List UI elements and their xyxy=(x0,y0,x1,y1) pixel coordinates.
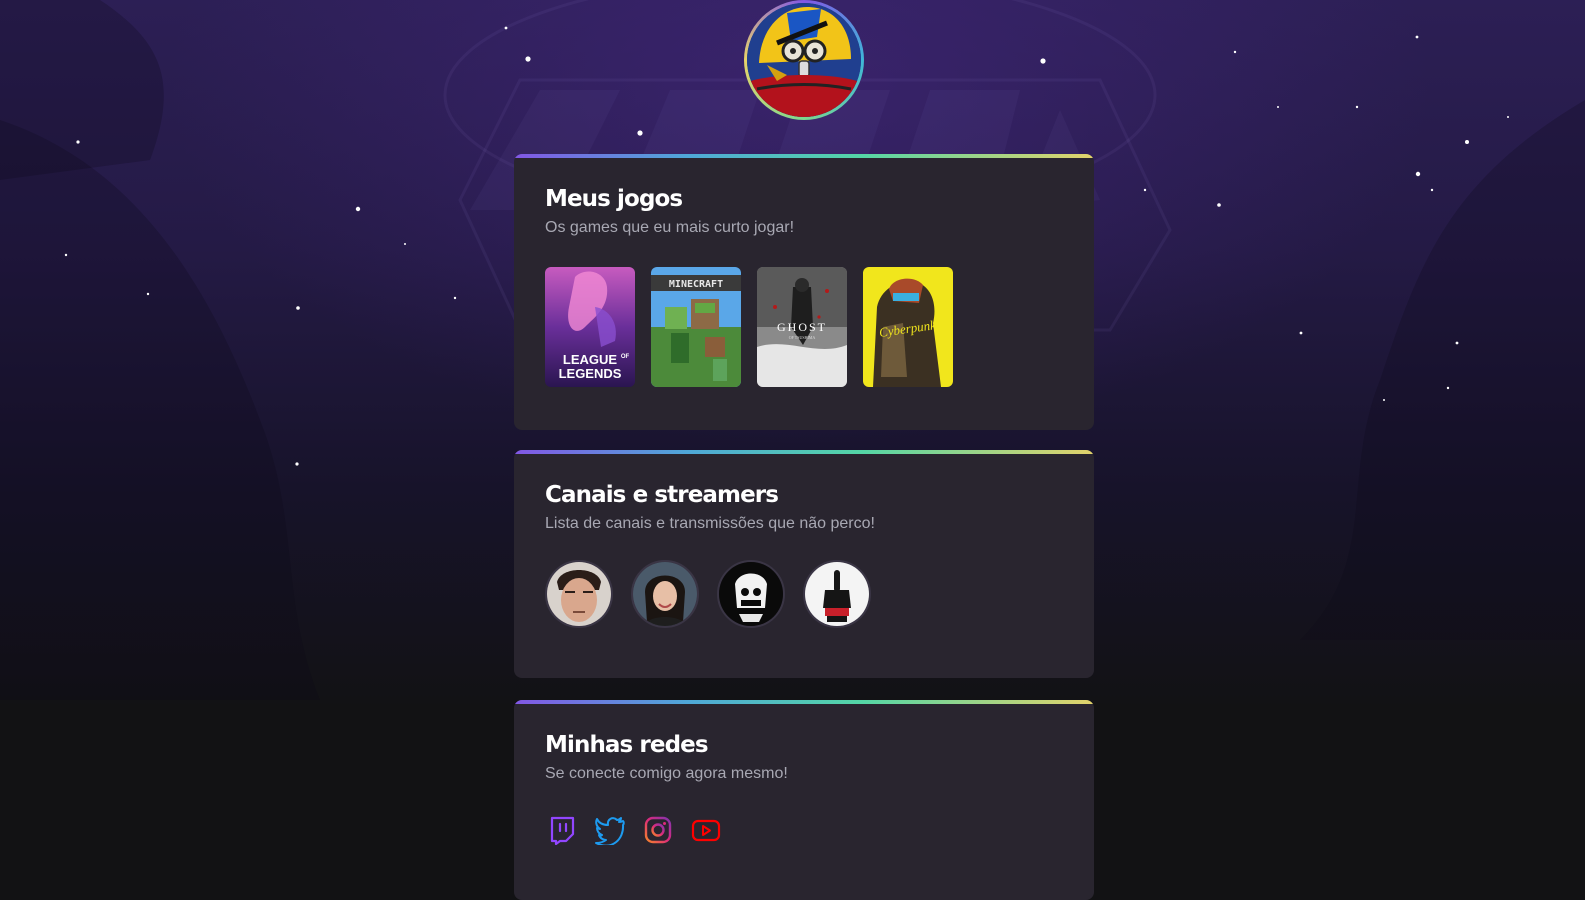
cyberpunk-cover: Cyberpunk xyxy=(863,267,953,387)
ghost-cover-sub: OF TSUSHIMA xyxy=(789,335,816,340)
streamer-avatar-3[interactable] xyxy=(717,560,785,628)
twitch-icon xyxy=(550,816,575,845)
instagram-link[interactable] xyxy=(641,813,675,847)
socials-list xyxy=(545,813,1063,847)
streamers-card: Canais e streamers Lista de canais e tra… xyxy=(514,450,1094,678)
socials-card: Minhas redes Se conecte comigo agora mes… xyxy=(514,700,1094,900)
lol-cover-text-sup: OF xyxy=(621,354,630,360)
profile-avatar-image xyxy=(747,3,861,117)
streamer-avatar-2[interactable] xyxy=(631,560,699,628)
streamer-4-photo xyxy=(805,562,869,626)
ghost-cover-text: GHOST xyxy=(777,320,827,334)
game-cover-league-of-legends[interactable]: LEAGUE OF LEGENDS xyxy=(545,267,635,387)
games-subtitle: Os games que eu mais curto jogar! xyxy=(545,219,795,236)
streamer-2-photo xyxy=(633,562,697,626)
streamers-list xyxy=(545,560,1063,628)
minecraft-cover: MINECRAFT xyxy=(651,267,741,387)
twitch-link[interactable] xyxy=(545,813,579,847)
lol-cover-text-2: LEGENDS xyxy=(559,366,622,381)
streamer-avatar-4[interactable] xyxy=(803,560,871,628)
streamer-avatar-1[interactable] xyxy=(545,560,613,628)
socials-subtitle: Se conecte comigo agora mesmo! xyxy=(545,765,788,782)
profile-avatar xyxy=(747,3,861,117)
ghost-of-tsushima-cover: GHOST OF TSUSHIMA xyxy=(757,267,847,387)
streamers-title: Canais e streamers xyxy=(545,482,779,508)
instagram-icon xyxy=(644,816,672,844)
game-cover-ghost-of-tsushima[interactable]: GHOST OF TSUSHIMA xyxy=(757,267,847,387)
socials-title: Minhas redes xyxy=(545,732,709,758)
profile-avatar-ring xyxy=(744,0,864,120)
league-of-legends-cover: LEAGUE OF LEGENDS xyxy=(545,267,635,387)
twitter-icon xyxy=(595,817,625,845)
streamers-subtitle: Lista de canais e transmissões que não p… xyxy=(545,515,875,532)
game-cover-minecraft[interactable]: MINECRAFT xyxy=(651,267,741,387)
streamer-1-photo xyxy=(547,562,611,626)
twitter-link[interactable] xyxy=(593,813,627,847)
games-list: LEAGUE OF LEGENDS MINECRAFT GHOST OF TSU… xyxy=(545,267,1063,387)
games-card: Meus jogos Os games que eu mais curto jo… xyxy=(514,154,1094,430)
minecraft-cover-text: MINECRAFT xyxy=(669,279,723,290)
lol-cover-text-1: LEAGUE xyxy=(563,352,618,367)
youtube-icon xyxy=(691,819,721,842)
game-cover-cyberpunk[interactable]: Cyberpunk xyxy=(863,267,953,387)
streamer-3-photo xyxy=(719,562,783,626)
youtube-link[interactable] xyxy=(689,813,723,847)
games-title: Meus jogos xyxy=(545,186,683,212)
